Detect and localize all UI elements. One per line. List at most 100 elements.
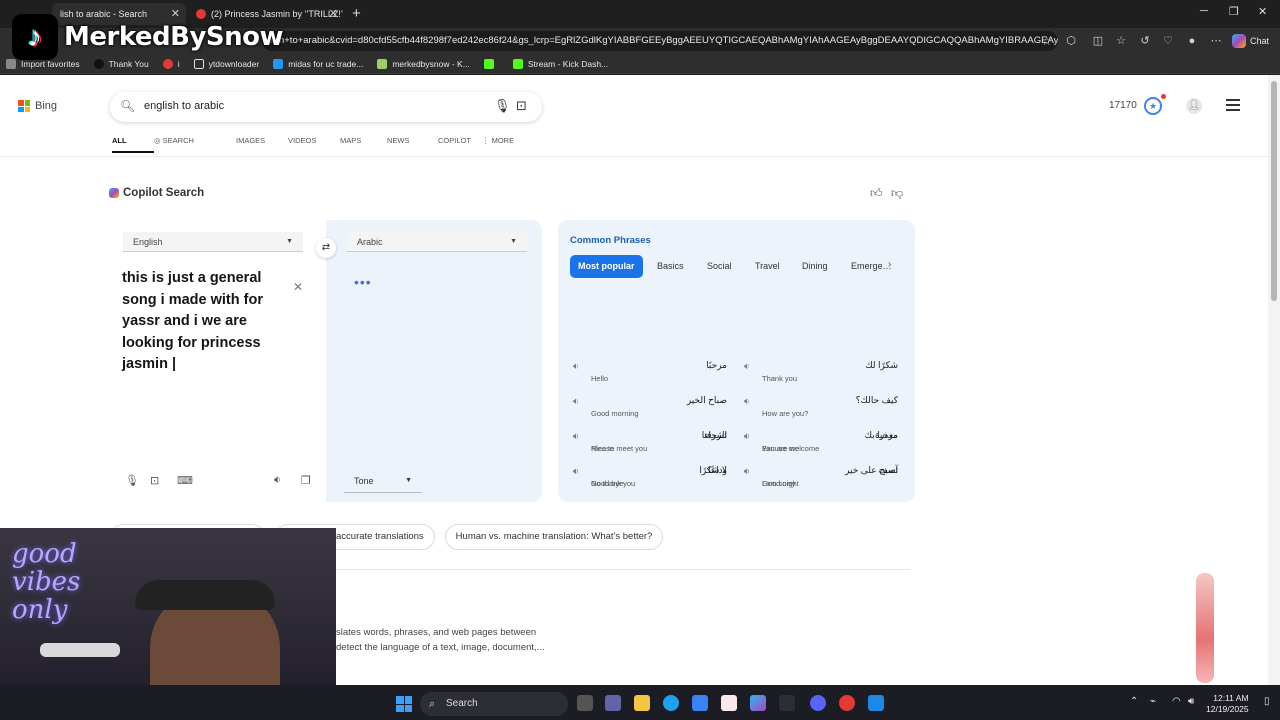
category-basics[interactable]: Basics bbox=[649, 255, 692, 278]
app-icon[interactable] bbox=[779, 695, 795, 711]
volume-icon[interactable]: 🔊︎ bbox=[1188, 696, 1194, 707]
phrase-item[interactable]: 🔉︎ معذرة Excuse me bbox=[744, 430, 904, 460]
network-icon[interactable]: ⌁ bbox=[1150, 696, 1156, 707]
search-icon: 🔍︎ bbox=[120, 99, 136, 113]
phrase-item[interactable]: 🔉︎ الرجاء Please bbox=[573, 430, 733, 460]
search-input[interactable]: english to arabic bbox=[144, 100, 224, 112]
minimize-icon[interactable]: ─ bbox=[1200, 5, 1208, 17]
related-chip-human-vs-machine[interactable]: Human vs. machine translation: What's be… bbox=[444, 524, 664, 550]
tab-search[interactable]: ◎ SEARCH bbox=[154, 136, 236, 153]
bookmark-thank-you[interactable]: Thank You bbox=[93, 58, 149, 69]
source-language-select[interactable]: English ▼ bbox=[123, 232, 303, 252]
copilot-icon[interactable] bbox=[750, 695, 766, 711]
file-explorer-icon[interactable] bbox=[634, 695, 650, 711]
rewards-points[interactable]: 17170 bbox=[1109, 100, 1137, 111]
speaker-icon[interactable]: 🔉︎ bbox=[274, 474, 281, 487]
history-icon[interactable]: ↺ bbox=[1138, 34, 1152, 48]
app-icon[interactable] bbox=[839, 695, 855, 711]
speaker-icon[interactable]: 🔉︎ bbox=[573, 466, 579, 477]
menu-icon[interactable] bbox=[1226, 99, 1240, 111]
edge-icon[interactable] bbox=[663, 695, 679, 711]
system-clock[interactable]: 12:11 AM 12/19/2025 bbox=[1206, 693, 1249, 715]
category-most-popular[interactable]: Most popular bbox=[570, 255, 643, 278]
close-tab-icon[interactable]: ✕ bbox=[171, 7, 180, 20]
address-bar[interactable]: lish+to+arabic&cvid=d80cfd55cfb44f8298f7… bbox=[262, 31, 1058, 51]
tab-all[interactable]: ALL bbox=[112, 136, 154, 153]
phrase-item[interactable]: 🔉︎ شكرًا لك Thank you bbox=[744, 360, 904, 390]
notepad-icon[interactable] bbox=[868, 695, 884, 711]
phrase-item[interactable]: 🔉︎ آسف I am sorry bbox=[744, 465, 904, 495]
browser-essentials-icon[interactable]: ♡ bbox=[1161, 34, 1175, 48]
bookmark-merkedbysnow[interactable]: merkedbysnow - K... bbox=[377, 58, 470, 69]
swap-languages-icon[interactable]: ⇄ bbox=[316, 238, 336, 258]
favorite-star-icon[interactable]: ☆ bbox=[1041, 31, 1052, 51]
discord-icon[interactable] bbox=[810, 695, 826, 711]
task-view-icon[interactable] bbox=[577, 695, 593, 711]
profile-icon[interactable]: ● bbox=[1185, 34, 1199, 48]
tab-images[interactable]: IMAGES bbox=[236, 136, 288, 153]
tab-more[interactable]: ⋮ MORE bbox=[482, 136, 522, 153]
phrase-item[interactable]: 🔉︎ مرحبًا Hello bbox=[573, 360, 733, 390]
tab-videos[interactable]: VIDEOS bbox=[288, 136, 340, 153]
speaker-icon[interactable]: 🔉︎ bbox=[573, 361, 579, 372]
page-scrollbar[interactable] bbox=[1268, 75, 1280, 685]
speaker-icon[interactable]: 🔉︎ bbox=[573, 396, 579, 407]
chevron-right-icon[interactable]: › bbox=[888, 259, 891, 270]
thumbs-down-icon[interactable]: 👎︎ bbox=[891, 186, 903, 201]
bookmark-i[interactable]: i bbox=[162, 58, 180, 69]
category-dining[interactable]: Dining bbox=[794, 255, 836, 278]
visual-search-icon[interactable]: ⊡ bbox=[516, 98, 527, 114]
settings-more-icon[interactable]: ⋯ bbox=[1209, 34, 1223, 48]
tone-select[interactable]: Tone ▼ bbox=[344, 471, 422, 493]
speaker-icon[interactable]: 🔉︎ bbox=[573, 431, 579, 442]
search-icon: ⌕ bbox=[429, 698, 436, 710]
store-icon[interactable] bbox=[692, 695, 708, 711]
app-icon[interactable] bbox=[721, 695, 737, 711]
category-travel[interactable]: Travel bbox=[747, 255, 788, 278]
rewards-badge-icon[interactable]: ★ bbox=[1144, 97, 1162, 115]
wifi-icon[interactable]: ◠ bbox=[1172, 696, 1181, 707]
speaker-icon[interactable]: 🔉︎ bbox=[744, 361, 750, 372]
speaker-icon[interactable]: 🔉︎ bbox=[744, 431, 750, 442]
bookmark-kick[interactable] bbox=[483, 58, 499, 69]
phrase-item[interactable]: 🔉︎ صباح الخير Good morning bbox=[573, 395, 733, 425]
tab-copilot[interactable]: COPILOT bbox=[438, 136, 482, 153]
microphone-icon[interactable]: 🎙︎ bbox=[125, 474, 139, 487]
phrase-item[interactable]: 🔉︎ لا شكرًا No thank you bbox=[573, 465, 733, 495]
notifications-icon[interactable]: ▯ bbox=[1264, 696, 1270, 707]
account-avatar[interactable]: 👤︎ bbox=[1186, 98, 1202, 114]
speaker-icon[interactable]: 🔉︎ bbox=[744, 466, 750, 477]
phrase-item[interactable]: 🔉︎ كيف حالك؟ How are you? bbox=[744, 395, 904, 425]
speaker-icon[interactable]: 🔉︎ bbox=[744, 396, 750, 407]
bookmark-import-favorites[interactable]: Import favorites bbox=[6, 58, 80, 69]
new-tab-icon[interactable]: + bbox=[352, 5, 361, 22]
camera-translate-icon[interactable]: ⊡ bbox=[150, 474, 159, 487]
bookmark-ytdownloader[interactable]: ytdownloader bbox=[193, 58, 259, 69]
split-screen-icon[interactable]: ◫ bbox=[1091, 34, 1105, 48]
scrollbar-thumb[interactable] bbox=[1271, 81, 1277, 301]
extension-icon[interactable]: ⬡ bbox=[1064, 34, 1078, 48]
category-social[interactable]: Social bbox=[699, 255, 740, 278]
close-window-icon[interactable]: ✕ bbox=[1258, 5, 1267, 18]
close-tab-icon[interactable]: ✕ bbox=[329, 7, 338, 20]
start-button-icon[interactable] bbox=[396, 696, 412, 712]
bookmark-midas[interactable]: midas for uc trade... bbox=[273, 58, 363, 69]
chevron-up-icon[interactable]: ⌃ bbox=[1130, 696, 1138, 707]
tab-maps[interactable]: MAPS bbox=[340, 136, 387, 153]
copilot-chat-button[interactable]: Chat bbox=[1232, 32, 1269, 50]
keyboard-icon[interactable]: ⌨︎ bbox=[177, 474, 193, 487]
bing-logo[interactable]: Bing bbox=[18, 100, 57, 112]
source-text-input[interactable]: this is just a general song i made with … bbox=[122, 268, 290, 376]
tab-news[interactable]: NEWS bbox=[387, 136, 438, 153]
taskbar-search[interactable]: ⌕ Search bbox=[420, 692, 568, 716]
target-language-select[interactable]: Arabic ▼ bbox=[347, 232, 527, 252]
copy-icon[interactable]: ❐ bbox=[301, 474, 311, 487]
teams-icon[interactable] bbox=[605, 695, 621, 711]
bookmark-stream-kick[interactable]: Stream - Kick Dash... bbox=[512, 58, 608, 69]
search-box[interactable]: 🔍︎ english to arabic 🎙︎ ⊡ bbox=[110, 92, 542, 122]
restore-icon[interactable]: ❐ bbox=[1229, 5, 1239, 18]
voice-search-icon[interactable]: 🎙︎ bbox=[494, 98, 511, 114]
favorites-icon[interactable]: ☆ bbox=[1114, 34, 1128, 48]
thumbs-up-icon[interactable]: 👍︎ bbox=[870, 186, 883, 201]
clear-text-icon[interactable]: ✕ bbox=[293, 280, 303, 294]
